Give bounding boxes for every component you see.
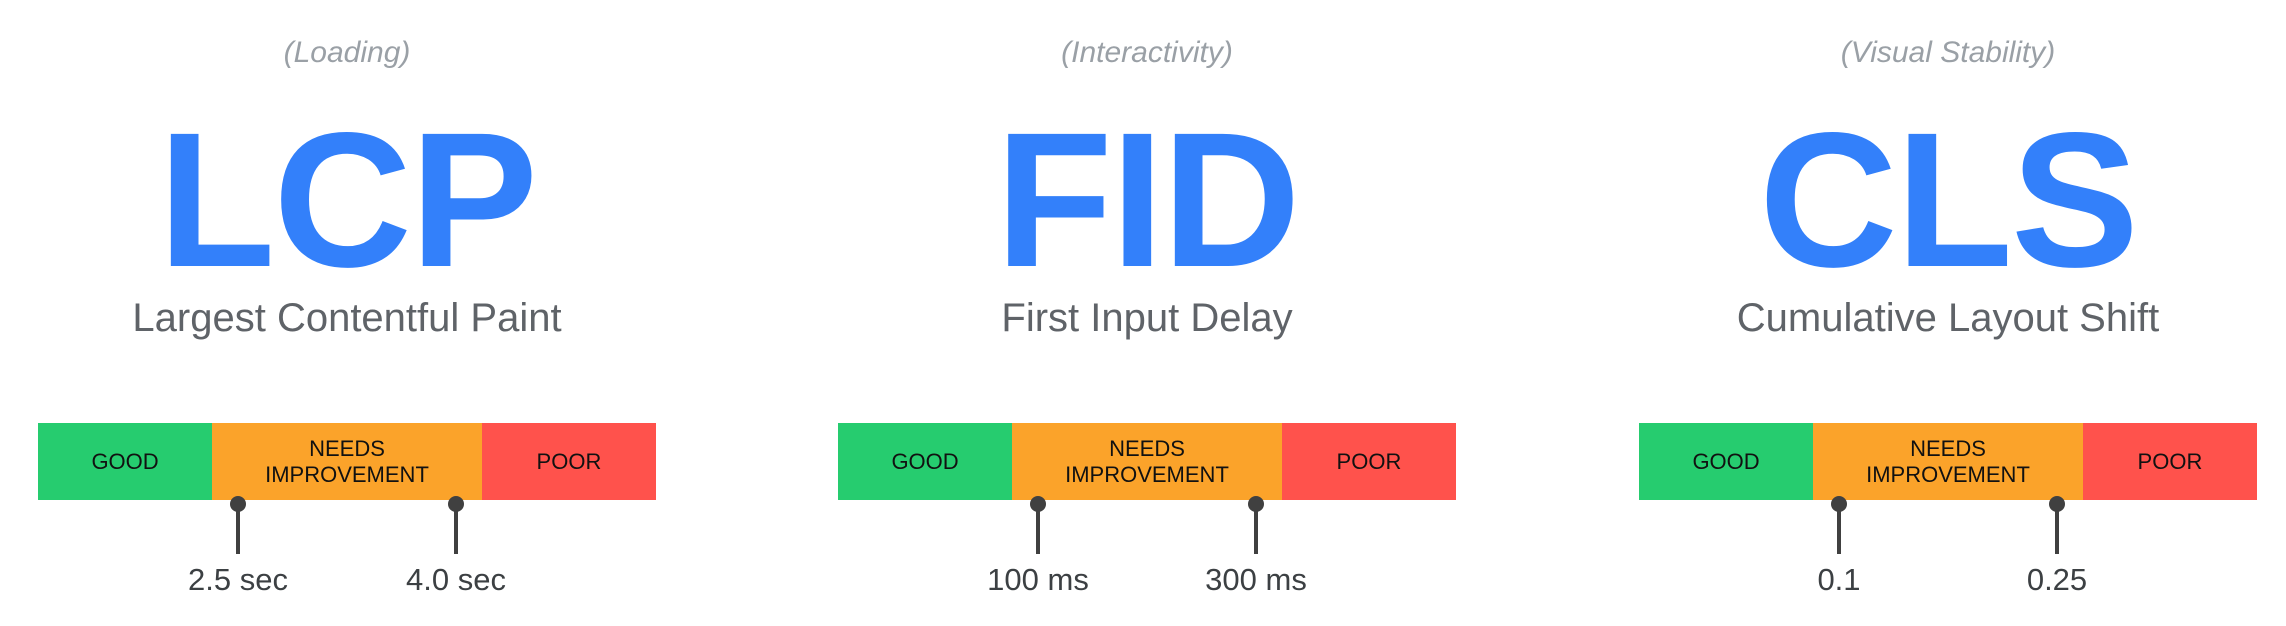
threshold-marker [448, 496, 464, 556]
metric-panel-cls: (Visual Stability) CLS Cumulative Layout… [1598, 0, 2286, 626]
metric-name: Cumulative Layout Shift [1736, 296, 2160, 340]
band-good: GOOD [838, 423, 1013, 500]
threshold-label-poor: 0.25 [2026, 562, 2088, 597]
metric-abbreviation: FID [995, 92, 1300, 307]
threshold-marker [1030, 496, 1046, 556]
threshold-label-good: 100 ms [987, 562, 1089, 597]
metric-abbreviation: LCP [158, 92, 538, 307]
band-needs-improvement: NEEDS IMPROVEMENT [1813, 423, 2083, 500]
band-needs-improvement: NEEDS IMPROVEMENT [212, 423, 482, 500]
band-poor: POOR [2082, 423, 2257, 500]
metric-category: (Loading) [283, 36, 411, 69]
band-good: GOOD [1639, 423, 1814, 500]
band-poor: POOR [481, 423, 656, 500]
metric-panel-lcp: (Loading) LCP Largest Contentful Paint G… [0, 0, 697, 626]
threshold-label-good: 0.1 [1817, 562, 1861, 597]
metric-abbreviation: CLS [1759, 92, 2139, 307]
metric-name: First Input Delay [1001, 296, 1293, 340]
metric-name: Largest Contentful Paint [132, 296, 562, 340]
threshold-label-good: 2.5 sec [188, 562, 288, 597]
metric-category: (Visual Stability) [1840, 36, 2056, 69]
threshold-bar: GOOD NEEDS IMPROVEMENT POOR [1639, 423, 2257, 500]
threshold-marker [230, 496, 246, 556]
band-good: GOOD [38, 423, 213, 500]
band-needs-improvement: NEEDS IMPROVEMENT [1012, 423, 1282, 500]
metric-panel-fid: (Interactivity) FID First Input Delay GO… [797, 0, 1497, 626]
threshold-bar: GOOD NEEDS IMPROVEMENT POOR [38, 423, 656, 500]
threshold-bar: GOOD NEEDS IMPROVEMENT POOR [838, 423, 1456, 500]
band-poor: POOR [1281, 423, 1456, 500]
threshold-marker [1831, 496, 1847, 556]
threshold-marker [1248, 496, 1264, 556]
threshold-marker [2049, 496, 2065, 556]
threshold-label-poor: 4.0 sec [406, 562, 506, 597]
threshold-label-poor: 300 ms [1205, 562, 1307, 597]
metric-category: (Interactivity) [1061, 36, 1233, 69]
